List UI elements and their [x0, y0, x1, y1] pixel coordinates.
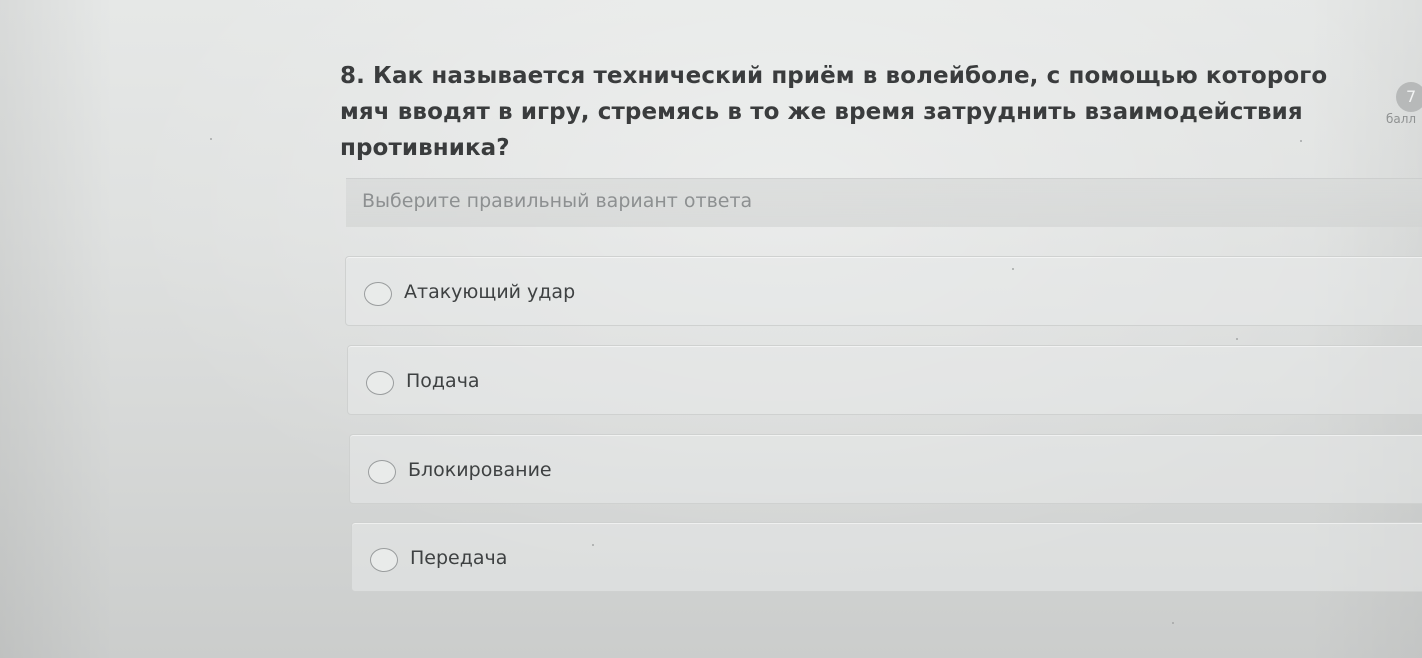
- dust-speck: [1236, 338, 1238, 340]
- dust-speck: [1172, 622, 1174, 624]
- radio-button-icon[interactable]: [364, 282, 392, 306]
- answer-option-label: Атакующий удар: [404, 281, 576, 303]
- instruction-text: Выберите правильный вариант ответа: [362, 190, 753, 212]
- answer-option-1[interactable]: Атакующий удар: [345, 256, 1422, 326]
- answer-option-3[interactable]: Блокирование: [349, 434, 1422, 504]
- radio-button-icon[interactable]: [370, 548, 398, 572]
- answer-option-label: Подача: [406, 370, 480, 392]
- dust-speck: [1300, 140, 1302, 142]
- radio-button-icon[interactable]: [368, 460, 396, 484]
- dust-speck: [1012, 268, 1014, 270]
- score-label: балл: [1386, 112, 1417, 126]
- dust-speck: [210, 138, 212, 140]
- score-badge: 7: [1396, 82, 1422, 112]
- answer-option-4[interactable]: Передача: [351, 522, 1422, 592]
- answer-option-2[interactable]: Подача: [347, 345, 1422, 415]
- answer-option-label: Передача: [410, 547, 508, 569]
- radio-button-icon[interactable]: [366, 371, 394, 395]
- dust-speck: [592, 544, 594, 546]
- question-text: 8. Как называется технический приём в во…: [340, 63, 1328, 161]
- answer-option-label: Блокирование: [408, 459, 552, 481]
